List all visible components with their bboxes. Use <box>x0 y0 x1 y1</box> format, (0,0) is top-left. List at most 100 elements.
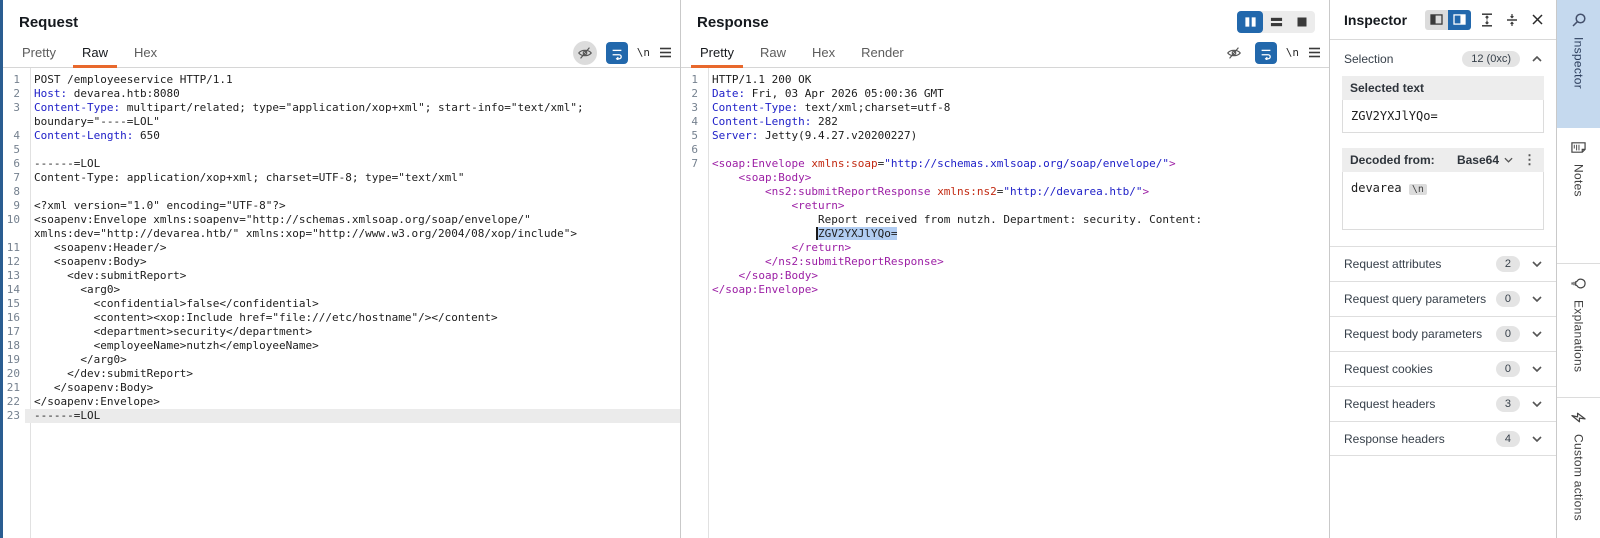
code-line[interactable]: </soap:Envelope> <box>681 283 1329 297</box>
code-line[interactable]: 9 <?xml version="1.0" encoding="UTF-8"?> <box>3 199 680 213</box>
code-line[interactable]: boundary="----=LOL" <box>3 115 680 129</box>
code-line[interactable]: 23 ------=LOL <box>3 409 680 423</box>
close-inspector-button[interactable] <box>1528 11 1546 29</box>
selected-text-header: Selected text <box>1350 81 1425 95</box>
layout-switcher <box>1237 11 1315 33</box>
code-line[interactable]: 13 <dev:submitReport> <box>3 269 680 283</box>
section-label: Response headers <box>1344 431 1445 446</box>
line-number: 2 <box>691 87 698 100</box>
code-line[interactable]: 1 POST /employeeservice HTTP/1.1 <box>3 73 680 87</box>
code-line[interactable]: 12 <soapenv:Body> <box>3 255 680 269</box>
code-line[interactable]: Report received from nutzh. Department: … <box>681 213 1329 227</box>
code-line[interactable]: 15 <confidential>false</confidential> <box>3 297 680 311</box>
code-line[interactable]: 5 Server: Jetty(9.4.27.v20200227) <box>681 129 1329 143</box>
line-number: 16 <box>6 311 20 324</box>
inspector-section-request-headers[interactable]: Request headers 3 <box>1330 386 1556 421</box>
dock-right-button[interactable] <box>1448 9 1471 30</box>
collapse-all-button[interactable] <box>1503 11 1521 29</box>
selected-text-value[interactable]: ZGV2YXJlYQo= <box>1342 100 1544 133</box>
right-sidebar: Inspector Notes Explanations Custom actions <box>1557 0 1600 538</box>
code-line[interactable]: 10 <soapenv:Envelope xmlns:soapenv="http:… <box>3 213 680 227</box>
sidebar-tab-notes[interactable]: Notes <box>1557 128 1600 264</box>
code-line[interactable]: 18 <employeeName>nutzh</employeeName> <box>3 339 680 353</box>
line-number: 17 <box>6 325 20 338</box>
decoded-value-box[interactable]: devarea \n <box>1342 172 1544 230</box>
code-line[interactable]: 11 <soapenv:Header/> <box>3 241 680 255</box>
wrap-toggle-button[interactable] <box>1254 41 1277 64</box>
editor-menu-button[interactable] <box>1308 47 1321 58</box>
decoded-menu-button[interactable]: ⋮ <box>1523 153 1536 166</box>
layout-columns-button[interactable] <box>1237 11 1263 33</box>
code-line[interactable]: <ns2:submitReportResponse xmlns:ns2="htt… <box>681 185 1329 199</box>
tab-pretty[interactable]: Pretty <box>687 38 747 68</box>
line-number: 1 <box>13 73 20 86</box>
sidebar-tab-custom-actions[interactable]: Custom actions <box>1557 398 1600 538</box>
code-line[interactable]: xmlns:dev="http://devarea.htb/" xmlns:xo… <box>3 227 680 241</box>
layout-single-button[interactable] <box>1289 11 1315 33</box>
sidebar-tab-inspector[interactable]: Inspector <box>1557 0 1600 128</box>
read-only-eye-button[interactable] <box>572 40 597 65</box>
sidebar-tab-explanations[interactable]: Explanations <box>1557 264 1600 398</box>
code-line[interactable]: 22 </soapenv:Envelope> <box>3 395 680 409</box>
inspector-section-request-cookies[interactable]: Request cookies 0 <box>1330 351 1556 386</box>
line-number: 1 <box>691 73 698 86</box>
inspector-section-request-attributes[interactable]: Request attributes 2 <box>1330 246 1556 281</box>
code-line[interactable]: 2 Date: Fri, 03 Apr 2026 05:00:36 GMT <box>681 87 1329 101</box>
code-line[interactable]: <soap:Body> <box>681 171 1329 185</box>
code-line[interactable]: 1 HTTP/1.1 200 OK <box>681 73 1329 87</box>
editor-menu-button[interactable] <box>659 47 672 58</box>
section-label: Request cookies <box>1344 362 1433 376</box>
line-number: 14 <box>6 283 20 296</box>
code-line[interactable]: 2 Host: devarea.htb:8080 <box>3 87 680 101</box>
code-line[interactable]: 20 </dev:submitReport> <box>3 367 680 381</box>
tab-raw[interactable]: Raw <box>69 38 121 68</box>
code-line[interactable]: 4 Content-Length: 650 <box>3 129 680 143</box>
code-line[interactable]: <return> <box>681 199 1329 213</box>
code-line[interactable]: 19 </arg0> <box>3 353 680 367</box>
code-line[interactable]: 3 Content-Type: multipart/related; type="… <box>3 101 680 115</box>
code-line[interactable]: 7 Content-Type: application/xop+xml; char… <box>3 171 680 185</box>
code-line[interactable]: 6 <box>681 143 1329 157</box>
wrap-toggle-button[interactable] <box>605 41 628 64</box>
read-only-eye-button[interactable] <box>1222 41 1246 65</box>
inspector-sections: Request attributes 2 Request query paramet… <box>1330 246 1556 456</box>
request-editor[interactable]: 1 POST /employeeservice HTTP/1.1 2 Host: de… <box>3 68 680 538</box>
inspector-section-response-headers[interactable]: Response headers 4 <box>1330 421 1556 456</box>
code-line[interactable]: </return> <box>681 241 1329 255</box>
selection-section-header[interactable]: Selection 12 (0xc) <box>1330 40 1556 74</box>
code-line[interactable]: 6 ------=LOL <box>3 157 680 171</box>
show-newlines-button[interactable]: \n <box>637 46 650 59</box>
dock-bottom-button[interactable] <box>1425 9 1448 30</box>
code-line[interactable]: 21 </soapenv:Body> <box>3 381 680 395</box>
tab-pretty[interactable]: Pretty <box>9 38 69 67</box>
expand-all-button[interactable] <box>1478 11 1496 29</box>
inspector-section-request-body-parameters[interactable]: Request body parameters 0 <box>1330 316 1556 351</box>
code-line[interactable]: 5 <box>3 143 680 157</box>
code-line[interactable]: 7 <soap:Envelope xmlns:soap="http://schem… <box>681 157 1329 171</box>
code-line[interactable]: </soap:Body> <box>681 269 1329 283</box>
code-line[interactable]: </ns2:submitReportResponse> <box>681 255 1329 269</box>
request-panel-title: Request <box>19 13 79 31</box>
code-line[interactable]: 8 <box>3 185 680 199</box>
line-number <box>681 255 703 269</box>
tab-hex[interactable]: Hex <box>121 38 170 67</box>
line-number: 15 <box>6 297 20 310</box>
show-newlines-button[interactable]: \n <box>1286 46 1299 59</box>
tab-raw[interactable]: Raw <box>747 38 799 67</box>
code-line[interactable]: 16 <content><xop:Include href="file:///e… <box>3 311 680 325</box>
layout-rows-button[interactable] <box>1263 11 1289 33</box>
tab-render[interactable]: Render <box>848 38 917 67</box>
inspector-section-request-query-parameters[interactable]: Request query parameters 0 <box>1330 281 1556 316</box>
code-line[interactable]: 4 Content-Length: 282 <box>681 115 1329 129</box>
tab-hex[interactable]: Hex <box>799 38 848 67</box>
line-number <box>3 227 25 241</box>
code-line[interactable]: ZGV2YXJlYQo= <box>681 227 1329 241</box>
line-number <box>681 283 703 297</box>
code-line[interactable]: 17 <department>security</department> <box>3 325 680 339</box>
response-editor[interactable]: 1 HTTP/1.1 200 OK 2 Date: Fri, 03 Apr 2026 … <box>681 68 1329 538</box>
code-line[interactable]: 14 <arg0> <box>3 283 680 297</box>
decoded-format-select[interactable]: Base64 <box>1457 153 1513 167</box>
dock-right-icon <box>1453 14 1466 25</box>
code-line[interactable]: 3 Content-Type: text/xml;charset=utf-8 <box>681 101 1329 115</box>
section-count-badge: 0 <box>1495 291 1520 307</box>
